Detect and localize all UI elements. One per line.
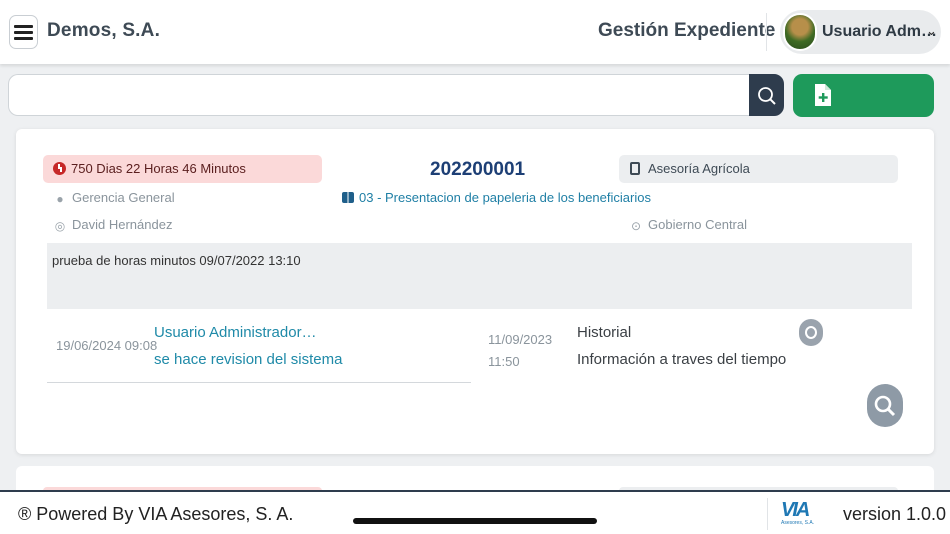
company-name: Demos, S.A. <box>47 20 161 41</box>
department: ● Gerencia General <box>54 190 175 206</box>
workflow-icon <box>342 192 354 203</box>
history-time: 11:50 <box>488 354 520 369</box>
department-label: Gerencia General <box>72 190 175 205</box>
person-label: David Hernández <box>72 217 173 232</box>
avatar <box>783 13 817 51</box>
current-step: 03 - Presentacion de papeleria de los be… <box>342 190 651 205</box>
version: version 1.0.0 <box>843 504 947 524</box>
search-icon <box>874 395 896 417</box>
book-icon <box>630 162 640 175</box>
footer-divider <box>767 498 768 530</box>
comment-text[interactable]: se hace revision del sistema <box>154 351 342 368</box>
search-button[interactable] <box>749 74 784 116</box>
eye-icon[interactable] <box>799 319 823 346</box>
comment-date: 19/06/2024 09:08 <box>56 338 158 353</box>
logo-sub: Asesores, S.A. <box>781 520 815 526</box>
chevron-down-icon: ⌄ <box>926 23 937 38</box>
clock-icon <box>53 162 66 175</box>
app-footer: ® Powered By VIA Asesores, S. A. VIA Ase… <box>0 490 950 534</box>
note-text: prueba de horas minutos 09/07/2022 13:10 <box>52 253 301 268</box>
step-label: 03 - Presentacion de papeleria de los be… <box>359 190 651 205</box>
history-title: Historial <box>577 324 632 341</box>
case-number[interactable]: 202200001 <box>430 159 525 181</box>
header-divider <box>766 13 767 51</box>
broadcast-icon: ⊙ <box>630 219 642 233</box>
users-icon: ● <box>56 192 64 206</box>
search-icon <box>758 87 776 105</box>
home-indicator <box>353 518 597 524</box>
app-header: Demos, S.A. Gestión Expediente Usuario A… <box>0 0 950 64</box>
page-title: Gestión Expediente <box>598 20 776 41</box>
category-badge: Asesoría Agrícola <box>619 155 898 183</box>
history-description: Información a traves del tiempo <box>577 351 787 368</box>
logo-mark: VIA <box>781 499 810 521</box>
elapsed-time-badge: 750 Dias 22 Horas 46 Minutos <box>43 155 322 183</box>
view-case-button[interactable] <box>867 384 903 427</box>
user-name: Usuario Adm… <box>822 23 937 40</box>
divider <box>47 382 471 383</box>
fingerprint-icon: ◎ <box>54 219 66 233</box>
entity: ⊙ Gobierno Central <box>630 217 747 232</box>
entity-label: Gobierno Central <box>648 217 747 232</box>
user-menu[interactable]: Usuario Adm… ⌄ <box>780 10 941 54</box>
search-input[interactable] <box>8 74 750 116</box>
case-note: prueba de horas minutos 09/07/2022 13:10 <box>47 243 912 309</box>
assigned-person: ◎ David Hernández <box>54 217 173 233</box>
new-case-button[interactable] <box>793 74 934 117</box>
category-label: Asesoría Agrícola <box>648 161 750 176</box>
comment-user[interactable]: Usuario Administrador… <box>154 324 317 341</box>
file-plus-icon <box>815 84 831 106</box>
powered-by: ® Powered By VIA Asesores, S. A. <box>18 504 294 524</box>
history-date: 11/09/2023 <box>488 332 553 347</box>
case-card[interactable]: 750 Dias 22 Horas 46 Minutos 202200001 A… <box>16 129 934 454</box>
via-logo: VIA Asesores, S.A. <box>781 500 815 528</box>
hamburger-icon[interactable] <box>9 15 38 49</box>
elapsed-time: 750 Dias 22 Horas 46 Minutos <box>71 161 246 176</box>
